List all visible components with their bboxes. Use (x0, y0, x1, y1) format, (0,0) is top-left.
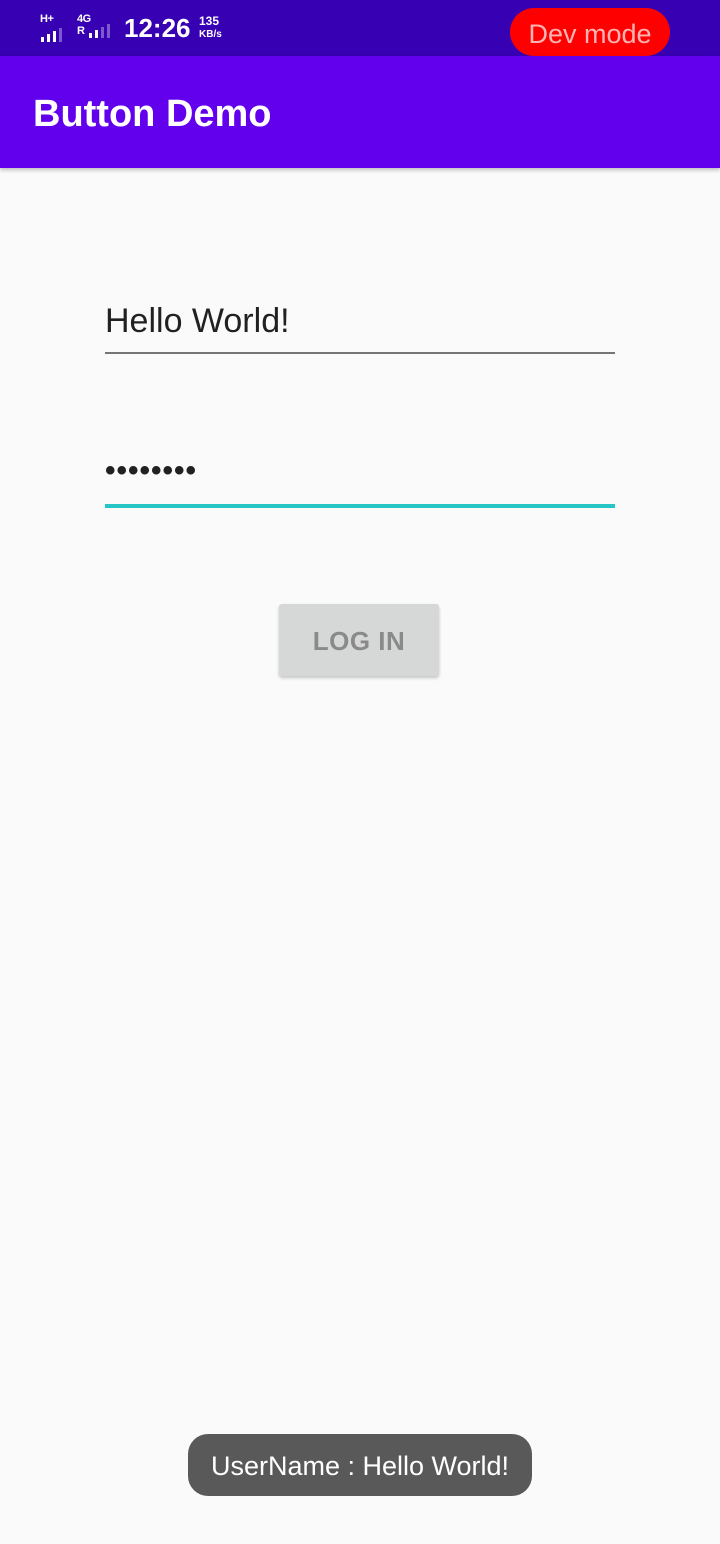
status-bar: H+ 4G R 12:26 135 KB/s Dev mode (0, 0, 720, 56)
dev-mode-badge[interactable]: Dev mode (510, 8, 670, 56)
roaming-label: R (77, 25, 85, 37)
network-speed-value: 135 (199, 14, 220, 28)
username-field[interactable]: Hello World! (105, 296, 615, 354)
password-input-value: •••••••• (105, 454, 198, 487)
clock: 12:26 (124, 13, 191, 43)
app-bar: Button Demo (0, 56, 720, 168)
login-button[interactable]: LOG IN (279, 604, 439, 676)
app-title: Button Demo (33, 93, 272, 135)
network-speed-unit: KB/s (199, 29, 222, 40)
network-speed: 135 KB/s (199, 15, 222, 41)
toast-message: UserName : Hello World! (188, 1434, 532, 1496)
network-type-label: H+ (40, 13, 54, 25)
username-input-value: Hello World! (105, 302, 290, 340)
password-field[interactable]: •••••••• (105, 448, 615, 508)
